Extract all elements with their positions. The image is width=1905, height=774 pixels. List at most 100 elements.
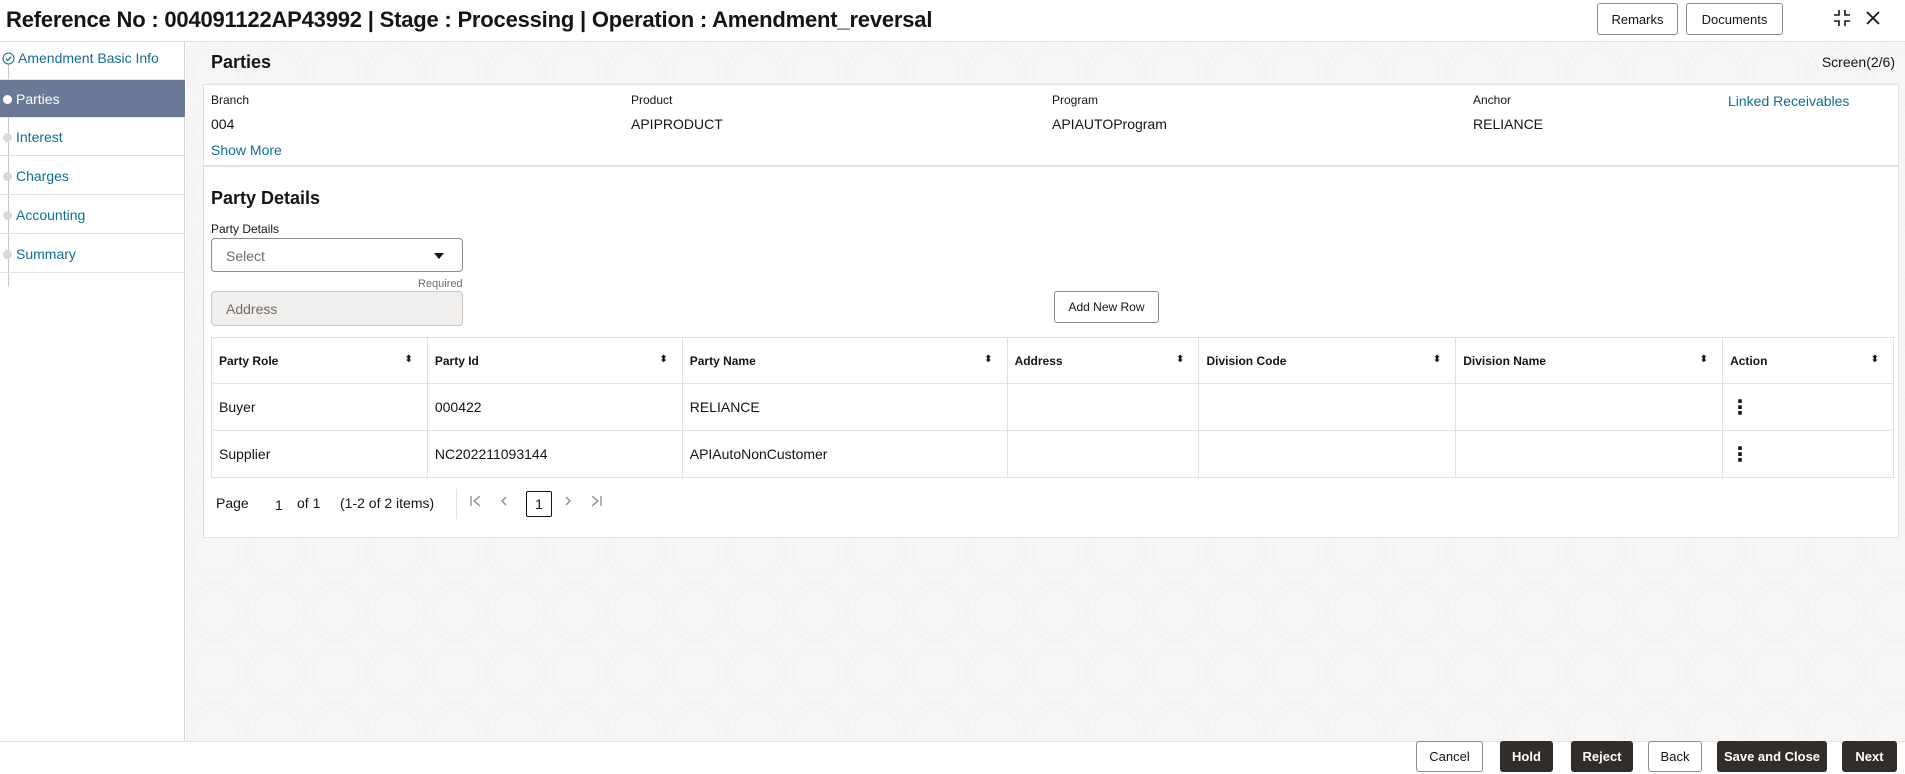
sort-icon[interactable]: ⬍ <box>1871 354 1879 365</box>
anchor-value: RELIANCE <box>1473 116 1544 132</box>
sort-icon[interactable]: ⬍ <box>984 354 992 365</box>
cell-party-id: NC202211093144 <box>426 430 683 478</box>
caret-down-icon <box>434 253 444 259</box>
column-header-address[interactable]: Address ⬍ <box>1006 337 1200 384</box>
program-field: Program APIAUTOProgram <box>1052 93 1167 132</box>
column-header-party-name[interactable]: Party Name ⬍ <box>681 337 1008 384</box>
cell-action: ⋮ <box>1722 383 1894 431</box>
page-number-input[interactable]: 1 <box>275 497 283 513</box>
sidebar-item-parties[interactable]: Parties <box>0 80 185 118</box>
previous-page-icon[interactable] <box>498 494 510 511</box>
select-placeholder: Select <box>226 248 265 264</box>
program-label: Program <box>1052 93 1099 107</box>
sidebar-item-label: Amendment Basic Info <box>18 50 159 66</box>
section-title: Party Details <box>211 188 321 208</box>
cell-party-role: Supplier <box>211 430 428 478</box>
table-row[interactable]: Supplier NC202211093144 APIAutoNonCustom… <box>211 430 1894 478</box>
cell-party-name: RELIANCE <box>681 383 1008 431</box>
last-page-icon[interactable] <box>589 494 603 511</box>
current-page-button[interactable]: 1 <box>526 491 552 517</box>
party-details-card: Party Details Party Details Select Requi… <box>203 166 1899 538</box>
back-button[interactable]: Back <box>1648 741 1702 772</box>
cancel-button[interactable]: Cancel <box>1416 741 1483 772</box>
sort-icon[interactable]: ⬍ <box>1433 354 1441 365</box>
product-field: Product APIPRODUCT <box>631 93 723 132</box>
column-label: Action <box>1730 353 1768 368</box>
product-label: Product <box>631 93 673 107</box>
anchor-label: Anchor <box>1473 93 1512 107</box>
branch-value: 004 <box>211 116 235 132</box>
next-page-icon[interactable] <box>562 494 574 511</box>
column-header-party-role[interactable]: Party Role ⬍ <box>211 337 428 384</box>
sidebar-item-amendment-basic-info[interactable]: Amendment Basic Info <box>0 42 185 80</box>
save-and-close-button[interactable]: Save and Close <box>1717 741 1827 772</box>
column-header-action[interactable]: Action ⬍ <box>1722 337 1894 384</box>
remarks-button[interactable]: Remarks <box>1597 3 1678 35</box>
address-field: Address <box>211 291 463 326</box>
anchor-field: Anchor RELIANCE <box>1473 93 1543 132</box>
column-label: Division Name <box>1463 353 1546 368</box>
address-placeholder: Address <box>226 301 278 317</box>
column-label: Party Role <box>219 353 279 368</box>
cell-party-id: 000422 <box>426 383 683 431</box>
hold-button[interactable]: Hold <box>1500 741 1553 772</box>
cell-address <box>1006 383 1200 431</box>
sidebar-item-accounting[interactable]: Accounting <box>0 196 185 234</box>
sort-icon[interactable]: ⬍ <box>1700 354 1708 365</box>
kebab-menu-icon[interactable]: ⋮ <box>1730 395 1750 420</box>
product-value: APIPRODUCT <box>631 116 723 132</box>
reject-button[interactable]: Reject <box>1571 741 1633 772</box>
screen-counter: Screen(2/6) <box>1821 54 1895 70</box>
summary-card: Branch 004 Product APIPRODUCT Program AP… <box>203 84 1899 166</box>
step-dot-icon <box>3 211 12 220</box>
linked-receivables-link[interactable]: Linked Receivables <box>1728 93 1849 109</box>
page-of-label: of 1 <box>297 495 321 511</box>
cell-division-name <box>1455 430 1724 478</box>
step-dot-icon <box>3 250 12 259</box>
next-button[interactable]: Next <box>1842 741 1897 772</box>
column-label: Party Id <box>434 353 479 368</box>
sidebar-nav: Amendment Basic Info Parties Interest Ch… <box>0 42 185 741</box>
show-more-link[interactable]: Show More <box>211 142 282 158</box>
footer-bar: Cancel Hold Reject Back Save and Close N… <box>0 741 1905 774</box>
party-details-select[interactable]: Select <box>211 238 463 272</box>
sort-icon[interactable]: ⬍ <box>659 354 667 365</box>
column-label: Party Name <box>689 353 756 368</box>
sidebar-item-summary[interactable]: Summary <box>0 235 185 273</box>
check-circle-icon <box>2 52 15 70</box>
branch-field: Branch 004 <box>211 93 249 132</box>
sort-icon[interactable]: ⬍ <box>404 354 412 365</box>
cell-action: ⋮ <box>1722 430 1894 478</box>
close-icon[interactable] <box>1860 5 1886 31</box>
cell-address <box>1006 430 1200 478</box>
first-page-icon[interactable] <box>469 494 483 511</box>
main-content: Parties Screen(2/6) Branch 004 Product A… <box>186 42 1905 741</box>
table-row[interactable]: Buyer 000422 RELIANCE ⋮ <box>211 383 1894 431</box>
table-header-row: Party Role ⬍ Party Id ⬍ Party Name ⬍ Addres… <box>211 337 1894 384</box>
sidebar-item-label: Accounting <box>16 207 86 223</box>
kebab-menu-icon[interactable]: ⋮ <box>1730 442 1750 467</box>
sidebar-item-label: Summary <box>16 246 76 262</box>
minimize-icon[interactable] <box>1829 5 1855 31</box>
required-hint: Required <box>418 278 463 290</box>
column-label: Division Code <box>1206 353 1287 368</box>
sidebar-item-charges[interactable]: Charges <box>0 157 185 195</box>
cell-division-code <box>1198 430 1457 478</box>
step-dot-icon <box>3 95 12 104</box>
column-header-party-id[interactable]: Party Id ⬍ <box>426 337 683 384</box>
sidebar-item-interest[interactable]: Interest <box>0 118 185 156</box>
cell-division-name <box>1455 383 1724 431</box>
sidebar-item-label: Interest <box>16 129 63 145</box>
sidebar-item-label: Charges <box>16 168 69 184</box>
documents-button[interactable]: Documents <box>1686 3 1783 35</box>
add-new-row-button[interactable]: Add New Row <box>1054 291 1159 323</box>
column-header-division-code[interactable]: Division Code ⬍ <box>1198 337 1457 384</box>
page-title: Parties <box>211 52 272 72</box>
column-header-division-name[interactable]: Division Name ⬍ <box>1455 337 1724 384</box>
program-value: APIAUTOProgram <box>1052 116 1167 132</box>
page-label: Page <box>216 495 249 511</box>
column-label: Address <box>1014 353 1063 368</box>
sidebar-item-label: Parties <box>16 91 60 107</box>
pager-divider <box>456 489 457 519</box>
sort-icon[interactable]: ⬍ <box>1176 354 1184 365</box>
